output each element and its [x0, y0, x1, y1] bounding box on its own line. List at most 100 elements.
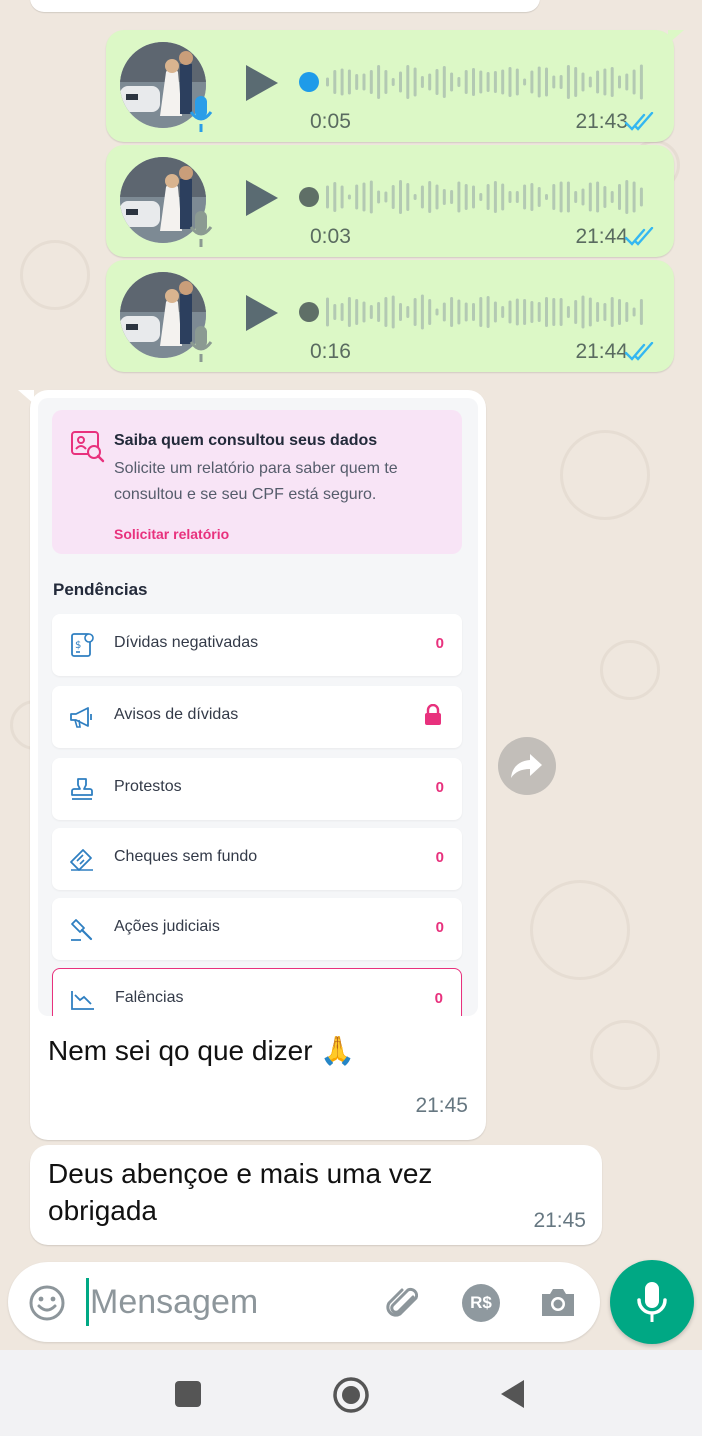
waveform-bar [515, 298, 519, 326]
message-time: 21:45 [415, 1094, 468, 1117]
waveform-bar [574, 191, 578, 203]
row-count: 0 [434, 990, 443, 1007]
text-cursor [86, 1278, 89, 1326]
text-message[interactable]: Deus abençoe e mais uma vez obrigada 21:… [30, 1145, 602, 1245]
waveform-bar [566, 306, 570, 318]
waveform-bar [362, 182, 366, 212]
waveform-bar [464, 70, 468, 94]
waveform-bar [420, 185, 424, 209]
waveform-bar [588, 297, 592, 327]
waveform-bar [355, 74, 359, 90]
waveform-bar [384, 297, 388, 327]
waveform-bar [435, 308, 439, 316]
waveform-bar [493, 181, 497, 213]
row-count: 0 [435, 919, 444, 936]
voice-message[interactable]: 0:16 21:44 [106, 260, 674, 372]
pending-title: Pendências [53, 580, 148, 599]
emoji-icon[interactable] [28, 1284, 66, 1322]
svg-text:$: $ [75, 640, 81, 651]
double-check-icon [624, 112, 654, 131]
shared-screenshot[interactable]: Saiba quem consultou seus dados Solicite… [38, 398, 478, 1016]
play-icon[interactable] [242, 177, 282, 219]
waveform-bar [501, 306, 505, 318]
pending-row-cheques[interactable]: Cheques sem fundo 0 [52, 828, 462, 890]
waveform-bar [428, 73, 432, 91]
message-input[interactable] [90, 1276, 360, 1328]
back-icon[interactable] [498, 1378, 528, 1410]
voice-duration: 0:05 [310, 110, 351, 133]
mic-icon [189, 96, 213, 132]
pending-row-bankruptcies[interactable]: Falências 0 [52, 968, 462, 1016]
waveform-bar [420, 76, 424, 88]
waveform-bar [523, 299, 527, 325]
waveform-bar [377, 302, 381, 322]
pending-row-protests[interactable]: Protestos 0 [52, 758, 462, 820]
waveform-bar [596, 181, 600, 213]
waveform[interactable] [298, 62, 648, 102]
seek-knob[interactable] [299, 187, 319, 207]
waveform-bar [450, 72, 454, 92]
waveform-bar [545, 194, 548, 200]
waveform-bar [596, 70, 600, 94]
waveform-bar [413, 298, 417, 326]
double-check-icon [624, 342, 654, 361]
waveform-bar [420, 294, 424, 330]
seek-knob[interactable] [299, 72, 319, 92]
trend-down-icon [71, 991, 94, 1010]
voice-message[interactable]: 0:05 21:43 [106, 30, 684, 142]
bubble-tail [668, 30, 684, 44]
forward-button[interactable] [498, 737, 556, 795]
home-icon[interactable] [332, 1376, 370, 1414]
waveform-bar [610, 67, 614, 97]
waveform-bar [472, 303, 475, 321]
camera-icon[interactable] [538, 1284, 578, 1320]
wallpaper-doodle [600, 640, 660, 700]
image-message[interactable]: Saiba quem consultou seus dados Solicite… [18, 390, 486, 1140]
row-label: Falências [115, 989, 184, 1006]
play-icon[interactable] [242, 62, 282, 104]
message-text: Deus abençoe e mais uma vez obrigada [48, 1158, 433, 1226]
waveform-bar [457, 181, 461, 213]
row-label: Avisos de dívidas [114, 706, 239, 723]
waveform-bar [530, 183, 534, 211]
waveform-bar [639, 187, 643, 207]
pending-row-debt-notices[interactable]: Avisos de dívidas [52, 686, 462, 748]
waveform-bar [559, 181, 563, 213]
request-report-link[interactable]: Solicitar relatório [114, 526, 229, 542]
waveform-bar [384, 191, 388, 203]
recent-apps-icon[interactable] [174, 1380, 202, 1408]
voice-message[interactable]: 0:03 21:44 [106, 145, 674, 257]
attach-icon[interactable] [382, 1282, 422, 1322]
wallpaper-doodle [590, 1020, 660, 1090]
waveform-bar [340, 185, 344, 209]
seek-knob[interactable] [299, 302, 319, 322]
message-time: 21:44 [575, 340, 628, 363]
mic-icon [189, 326, 213, 362]
row-label: Protestos [114, 778, 182, 795]
waveform-bar [566, 181, 570, 213]
pending-row-lawsuits[interactable]: Ações judiciais 0 [52, 898, 462, 960]
waveform-bar [603, 303, 607, 321]
play-icon[interactable] [242, 292, 282, 334]
pending-row-debts[interactable]: $ Dívidas negativadas 0 [52, 614, 462, 676]
waveform-bar [545, 297, 548, 327]
waveform-bar [479, 193, 483, 201]
waveform-bar [552, 75, 556, 89]
waveform-bar [618, 75, 621, 89]
gavel-icon [71, 919, 93, 941]
waveform-bar [326, 185, 329, 209]
waveform-bar [610, 297, 614, 327]
mic-icon [189, 211, 213, 247]
waveform-bar [333, 182, 337, 212]
waveform-bar [450, 297, 454, 327]
waveform-bar [362, 73, 366, 91]
waveform-bar [603, 186, 607, 208]
payment-button[interactable]: R$ [462, 1284, 500, 1322]
waveform-bar [632, 69, 636, 95]
waveform-bar [618, 184, 621, 210]
previous-message-bubble[interactable] [30, 0, 540, 12]
row-count: 0 [435, 779, 444, 796]
waveform[interactable] [298, 292, 648, 332]
voice-record-button[interactable] [610, 1260, 694, 1344]
waveform[interactable] [298, 177, 648, 217]
